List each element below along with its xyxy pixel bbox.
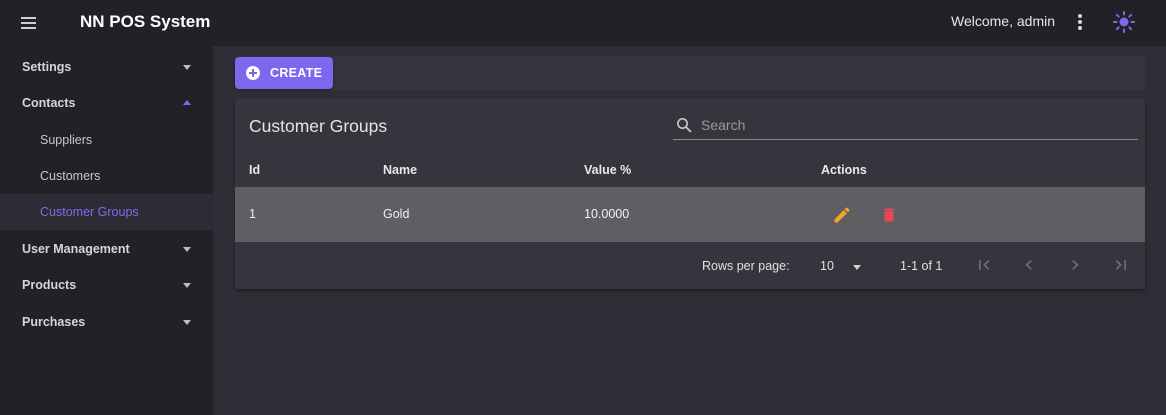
chevron-down-icon — [183, 247, 191, 252]
column-header-name[interactable]: Name — [383, 163, 417, 177]
sidebar-item-label: Products — [22, 278, 77, 292]
cell-id: 1 — [249, 207, 256, 221]
column-header-id[interactable]: Id — [249, 163, 260, 177]
chevron-down-icon — [853, 265, 861, 270]
chevron-down-icon — [183, 320, 191, 325]
sidebar-item-user-management[interactable]: User Management — [0, 231, 213, 267]
first-page-icon[interactable] — [974, 255, 994, 275]
sidebar-item-label: Suppliers — [40, 133, 93, 147]
table-title: Customer Groups — [249, 116, 388, 136]
chevron-down-icon — [183, 65, 191, 70]
sidebar-item-label: Customers — [40, 169, 101, 183]
create-button-label: CREATE — [270, 66, 323, 80]
sidebar-item-label: User Management — [22, 242, 130, 256]
more-vert-icon[interactable] — [1072, 11, 1088, 33]
rows-per-page-label: Rows per page: — [702, 259, 790, 273]
customer-groups-table: Customer Groups Id Name Value % Actions … — [235, 98, 1145, 289]
sidebar-item-settings[interactable]: Settings — [0, 49, 213, 85]
column-header-actions: Actions — [821, 163, 867, 177]
rows-per-page-value: 10 — [820, 259, 834, 273]
chevron-down-icon — [183, 283, 191, 288]
menu-icon[interactable] — [18, 13, 40, 33]
welcome-text: Welcome, admin — [951, 13, 1056, 29]
rows-per-page-select[interactable]: 10 — [820, 256, 865, 276]
sidebar-item-label: Contacts — [22, 96, 76, 110]
table-row[interactable]: 1 Gold 10.0000 — [235, 187, 1145, 242]
sidebar-item-products[interactable]: Products — [0, 267, 213, 303]
cell-name: Gold — [383, 207, 410, 221]
search-icon — [677, 118, 692, 133]
sidebar-item-label: Customer Groups — [40, 205, 139, 219]
sidebar-item-label: Settings — [22, 60, 72, 74]
cell-value: 10.0000 — [584, 207, 630, 221]
search-field — [673, 112, 1138, 140]
app-bar: NN POS System Welcome, admin — [0, 0, 1166, 46]
sidebar-item-customer-groups[interactable]: Customer Groups — [0, 194, 213, 230]
last-page-icon[interactable] — [1111, 255, 1131, 275]
sidebar-item-label: Purchases — [22, 315, 86, 329]
sidebar-item-contacts[interactable]: Contacts — [0, 85, 213, 121]
sidebar-item-purchases[interactable]: Purchases — [0, 304, 213, 340]
brightness-icon[interactable] — [1112, 10, 1136, 34]
add-circle-icon — [246, 66, 260, 80]
sidebar-item-suppliers[interactable]: Suppliers — [0, 122, 213, 158]
app-title: NN POS System — [80, 12, 211, 31]
trash-icon[interactable] — [880, 205, 898, 225]
create-button[interactable]: CREATE — [235, 57, 333, 89]
next-page-icon[interactable] — [1065, 255, 1085, 275]
sidebar: Settings Contacts Suppliers Customers Cu… — [0, 46, 213, 415]
pagination-range: 1-1 of 1 — [900, 259, 943, 273]
column-header-value[interactable]: Value % — [584, 163, 631, 177]
search-input[interactable] — [701, 114, 1131, 136]
pencil-icon[interactable] — [832, 205, 852, 225]
previous-page-icon[interactable] — [1019, 255, 1039, 275]
sidebar-item-customers[interactable]: Customers — [0, 158, 213, 194]
chevron-up-icon — [183, 100, 191, 105]
toolbar — [235, 56, 1145, 90]
